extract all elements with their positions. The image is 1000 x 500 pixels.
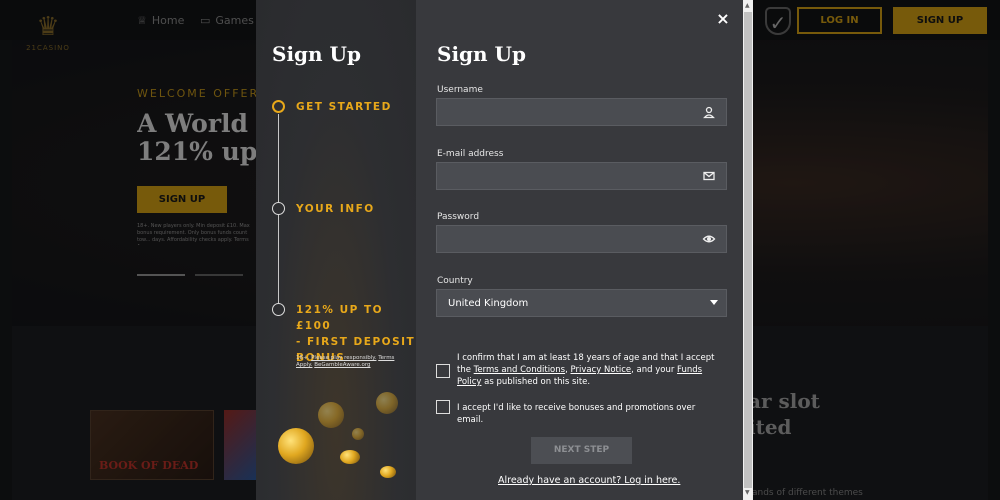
terms-link[interactable]: Terms and Conditions	[474, 365, 565, 375]
promotions-checkbox[interactable]	[436, 400, 450, 414]
fine-print-age: 18+.	[296, 355, 312, 361]
mail-icon	[703, 171, 715, 181]
country-label: Country	[437, 276, 473, 286]
gold-coin-icon	[278, 428, 314, 464]
password-field[interactable]	[436, 225, 727, 253]
signup-modal: Sign Up GET STARTED YOUR INFO 121% UP TO…	[256, 0, 743, 500]
modal-scrollbar[interactable]: ▲ ▼	[743, 0, 753, 500]
chevron-down-icon	[710, 300, 718, 305]
steps-fine-print: 18+. Please play responsibly. Terms Appl…	[296, 355, 404, 369]
promotions-text: I accept I'd like to receive bonuses and…	[457, 403, 696, 425]
signup-steps-panel: Sign Up GET STARTED YOUR INFO 121% UP TO…	[256, 0, 416, 500]
gold-coin-icon	[352, 428, 364, 440]
step-1-label-text: GET STARTED	[296, 101, 392, 113]
email-label: E-mail address	[437, 149, 504, 159]
begambleaware-link[interactable]: BeGambleAware.org	[314, 362, 370, 368]
country-selected-value: United Kingdom	[448, 298, 529, 309]
step-1-label: GET STARTED	[296, 99, 392, 115]
username-label: Username	[437, 85, 483, 95]
step-3-indicator	[272, 303, 285, 316]
step-3-label-line2: - FIRST DEPOSIT	[296, 336, 416, 348]
step-1-indicator	[272, 100, 285, 113]
age-terms-checkbox[interactable]	[436, 364, 450, 378]
password-label: Password	[437, 212, 480, 222]
scroll-up-icon[interactable]: ▲	[745, 2, 750, 9]
close-modal-button[interactable]: ×	[716, 11, 730, 27]
step-2-label-text: YOUR INFO	[296, 203, 375, 215]
scrollbar-thumb[interactable]	[744, 12, 752, 488]
play-responsibly-link[interactable]: Please play responsibly.	[311, 355, 376, 361]
user-icon	[703, 106, 715, 119]
eye-icon[interactable]	[702, 232, 716, 246]
login-link[interactable]: Already have an account? Log in here.	[498, 475, 680, 486]
steps-panel-title: Sign Up	[272, 42, 361, 66]
username-field[interactable]	[436, 98, 727, 126]
step-2-indicator	[272, 202, 285, 215]
gold-coin-icon	[376, 392, 398, 414]
age-terms-text-b: , and your	[631, 365, 678, 375]
scroll-down-icon[interactable]: ▼	[745, 489, 750, 496]
email-field[interactable]	[436, 162, 727, 190]
gold-coin-icon	[318, 402, 344, 428]
age-terms-text-c: as published on this site.	[481, 377, 591, 387]
step-2-label: YOUR INFO	[296, 201, 375, 217]
next-step-button[interactable]: NEXT STEP	[531, 437, 632, 464]
age-terms-text: I confirm that I am at least 18 years of…	[457, 352, 723, 388]
gold-coin-icon	[380, 466, 396, 478]
gold-coin-icon	[340, 450, 360, 464]
step-3-label-line1: 121% UP TO £100	[296, 304, 384, 332]
form-title: Sign Up	[437, 42, 526, 66]
privacy-notice-link[interactable]: Privacy Notice	[570, 365, 631, 375]
country-select[interactable]: United Kingdom	[436, 289, 727, 317]
